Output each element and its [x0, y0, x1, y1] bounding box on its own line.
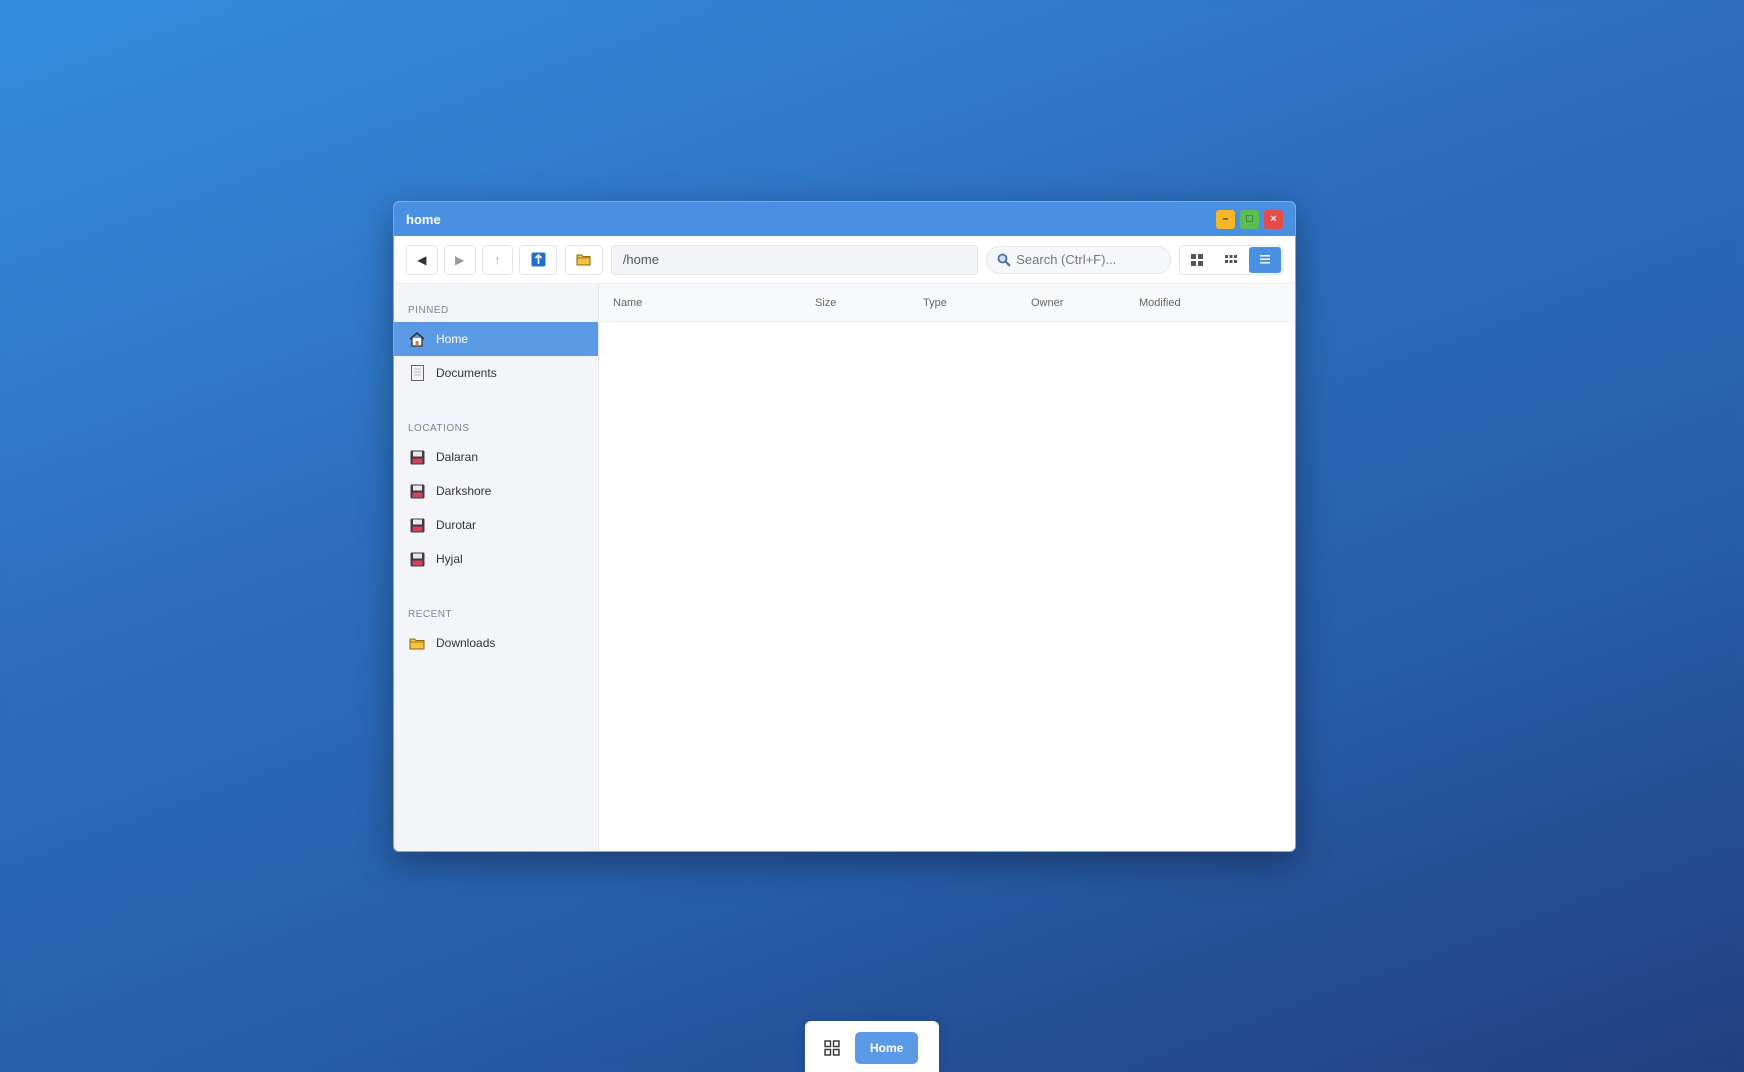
- minimize-button[interactable]: –: [1216, 209, 1235, 229]
- section-title-pinned: PINNED: [408, 305, 449, 316]
- grid-small-icon: [1225, 255, 1238, 263]
- sidebar: PINNED Home Documents LOCATIONS Dalaran …: [394, 284, 599, 851]
- upload-button[interactable]: [519, 244, 558, 275]
- sidebar-item-dalaran[interactable]: Dalaran: [394, 440, 598, 474]
- sidebar-item-darkshore[interactable]: Darkshore: [394, 474, 598, 508]
- drive-icon: [408, 550, 426, 568]
- up-arrow-icon: ↑: [494, 252, 501, 267]
- path-bar[interactable]: /home: [610, 244, 979, 275]
- toolbar: ◀ ▶ ↑ /home Search (Ctrl+F)...: [394, 236, 1295, 284]
- path-text: /home: [622, 252, 659, 267]
- up-button[interactable]: ↑: [481, 244, 514, 275]
- document-icon: [408, 364, 426, 382]
- column-header-type[interactable]: Type: [923, 297, 1031, 309]
- back-icon: ◀: [417, 252, 427, 267]
- sidebar-item-home[interactable]: Home: [394, 322, 598, 356]
- sidebar-item-label: Dalaran: [436, 450, 479, 464]
- home-icon: [408, 330, 426, 348]
- list-view-button[interactable]: [1249, 246, 1282, 273]
- sidebar-item-hyjal[interactable]: Hyjal: [394, 542, 598, 576]
- grid-large-icon: [1191, 253, 1204, 266]
- search-input[interactable]: Search (Ctrl+F)...: [986, 245, 1172, 274]
- small-icons-view-button[interactable]: [1215, 246, 1248, 273]
- sidebar-item-label: Hyjal: [436, 552, 463, 566]
- search-icon: [997, 253, 1011, 267]
- new-folder-button[interactable]: [565, 244, 603, 275]
- taskbar-item-home[interactable]: Home: [855, 1032, 919, 1064]
- sidebar-item-label: Downloads: [436, 636, 496, 650]
- content-area: PINNED Home Documents LOCATIONS Dalaran …: [394, 284, 1295, 851]
- drive-icon: [408, 516, 426, 534]
- app-launcher-button[interactable]: [817, 1033, 847, 1063]
- search-placeholder: Search (Ctrl+F)...: [1016, 252, 1117, 267]
- list-icon: [1260, 255, 1271, 264]
- section-title-locations: LOCATIONS: [408, 423, 470, 434]
- sidebar-item-label: Home: [436, 332, 469, 346]
- table-header: Name Size Type Owner Modified: [599, 284, 1295, 322]
- taskbar: Home: [805, 1021, 939, 1072]
- title-bar[interactable]: home – □ ×: [394, 202, 1295, 236]
- sidebar-item-downloads[interactable]: Downloads: [394, 626, 598, 660]
- folder-icon: [576, 254, 591, 266]
- drive-icon: [408, 448, 426, 466]
- forward-icon: ▶: [455, 252, 465, 267]
- maximize-button[interactable]: □: [1240, 209, 1259, 229]
- sidebar-item-label: Darkshore: [436, 484, 492, 498]
- view-mode-group: [1179, 244, 1284, 275]
- app-grid-icon: [824, 1040, 840, 1056]
- column-header-modified[interactable]: Modified: [1139, 297, 1247, 309]
- column-header-size[interactable]: Size: [815, 297, 923, 309]
- upload-icon: [531, 252, 546, 267]
- forward-button[interactable]: ▶: [443, 244, 476, 275]
- section-title-recent: RECENT: [408, 609, 453, 620]
- sidebar-item-durotar[interactable]: Durotar: [394, 508, 598, 542]
- column-header-owner[interactable]: Owner: [1031, 297, 1139, 309]
- sidebar-item-label: Documents: [436, 366, 497, 380]
- file-manager-window: home – □ × ◀ ▶ ↑ /home Search (Ctrl+F)..…: [393, 201, 1296, 852]
- file-list[interactable]: Name Size Type Owner Modified: [599, 284, 1295, 851]
- window-title: home: [406, 211, 441, 227]
- large-icons-view-button[interactable]: [1181, 246, 1214, 273]
- sidebar-item-label: Durotar: [436, 518, 477, 532]
- drive-icon: [408, 482, 426, 500]
- close-button[interactable]: ×: [1264, 209, 1283, 229]
- folder-icon: [408, 634, 426, 652]
- back-button[interactable]: ◀: [406, 244, 438, 275]
- sidebar-item-documents[interactable]: Documents: [394, 356, 598, 390]
- column-header-name[interactable]: Name: [613, 297, 815, 309]
